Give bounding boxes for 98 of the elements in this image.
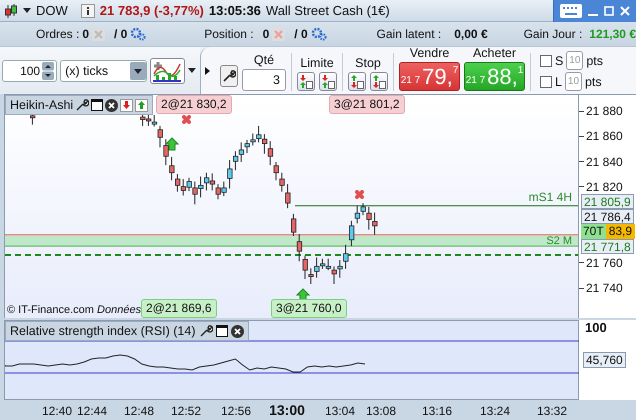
time-label: 13:24 [480, 404, 510, 418]
points-field[interactable]: 10 [564, 72, 582, 91]
price-tick: 21 760 [586, 256, 623, 270]
buy-order-tag[interactable]: 3@21 760,0 [271, 299, 347, 318]
unrealized-value: 0,00 € [454, 27, 488, 41]
price-tick: 21 880 [586, 104, 623, 118]
limit-order-button[interactable] [319, 72, 337, 91]
stop-order-button[interactable] [370, 72, 388, 91]
stop-order-icon [350, 74, 364, 89]
instrument-name[interactable]: DOW [36, 3, 68, 18]
unit-label: pts [586, 54, 604, 68]
wrench-icon[interactable] [75, 98, 90, 112]
time-label: 13:08 [366, 404, 396, 418]
position-count: 0 [262, 27, 270, 41]
limit-label: Limite [300, 56, 334, 70]
buy-label: Acheter [472, 46, 516, 60]
level-label: mS1 4H [528, 191, 572, 203]
time-label: 12:44 [76, 404, 108, 418]
time-label: 12:48 [124, 404, 154, 418]
close-icon[interactable] [230, 324, 244, 338]
stop-order-icon [372, 74, 386, 89]
checkbox[interactable] [540, 54, 552, 66]
wrench-icon[interactable] [198, 324, 212, 338]
orders-count: 0 [82, 27, 90, 41]
caret-icon[interactable] [23, 8, 31, 13]
expand-arrow-icon[interactable] [205, 67, 210, 75]
position-total: / 0 [294, 27, 308, 41]
info-icon[interactable] [80, 4, 95, 18]
level-label: S2 M [546, 236, 572, 247]
daily-label: Gain Jour : [524, 27, 582, 41]
copyright-notice: © IT-Finance.com Données [7, 304, 142, 316]
checkbox[interactable] [540, 76, 552, 88]
option-label: S [555, 54, 564, 68]
rsi-max-label: 100 [585, 320, 607, 335]
orders-total: / 0 [114, 27, 128, 41]
time-label: 12:52 [170, 404, 202, 418]
current-price: 83,9 [606, 224, 636, 239]
sell-label: Vendre [410, 46, 450, 60]
market-name: Wall Street Cash (1€) [266, 3, 390, 18]
price-tick: 21 820 [586, 180, 623, 194]
quantity-label: Qté [254, 53, 274, 67]
daily-value: 121,30 € [589, 27, 636, 41]
rsi-value-label: 45,760 [583, 352, 626, 368]
time-label: 13:00 [269, 402, 305, 418]
caret-icon[interactable] [130, 62, 146, 80]
points-field[interactable]: 10 [566, 51, 584, 70]
time-badge: 70T [581, 224, 606, 239]
stop-order-button[interactable] [348, 72, 366, 91]
cancel-marker-icon [355, 190, 364, 199]
window-icon[interactable] [91, 99, 104, 111]
move-down-icon[interactable] [120, 98, 134, 112]
price-tick: 21 840 [586, 154, 623, 169]
window-icon[interactable] [216, 325, 228, 337]
price-label: 21 771,8 [581, 239, 634, 254]
buy-arrow-icon [164, 137, 180, 150]
price-tick: 21 740 [586, 281, 623, 296]
indicator-button[interactable] [150, 58, 186, 84]
stop-label: Stop [355, 56, 381, 70]
limit-order-icon [299, 74, 313, 89]
position-label: Position : [204, 27, 254, 41]
candlestick [30, 114, 36, 126]
clock-time: 13:05:36 [208, 3, 261, 18]
gear-icon[interactable] [130, 27, 146, 41]
unit-label: pts [584, 74, 602, 88]
candlestick-icon [4, 2, 18, 18]
settings-button[interactable] [220, 65, 238, 87]
time-label: 13:16 [422, 404, 452, 418]
unit-dropdown[interactable]: (x) ticks [60, 60, 147, 82]
price-label: 21 805,9 [581, 194, 634, 209]
price-tick: 21 860 [586, 129, 623, 144]
orders-label: Ordres : [36, 27, 80, 41]
quantity-field[interactable]: 3 [242, 69, 286, 91]
keyboard-icon[interactable] [560, 4, 582, 18]
option-label: L [555, 74, 562, 88]
indicator-name: Heikin-Ashi [10, 98, 74, 112]
time-label: 13:04 [324, 404, 356, 418]
price-change: 21 783,9 (-3,77%) [100, 3, 204, 18]
indicator-chart-icon [152, 60, 182, 82]
step-spinner[interactable]: 100 [2, 60, 58, 82]
time-label: 12:56 [220, 404, 252, 418]
buy-order-tag[interactable]: 2@21 869,6 [141, 299, 217, 318]
sell-order-tag[interactable]: 2@21 830,2 [156, 95, 232, 114]
sell-order-tag[interactable]: 3@21 801,2 [329, 95, 405, 114]
close-icon[interactable] [105, 98, 118, 112]
cancel-marker-icon [182, 115, 191, 124]
maximize-icon[interactable] [604, 6, 614, 16]
wrench-icon [222, 69, 236, 83]
spinner-arrows-icon[interactable] [42, 62, 54, 80]
limit-order-icon [321, 74, 335, 89]
time-label: 13:32 [536, 404, 568, 418]
indicator-name: Relative strength index (RSI) (14) [10, 324, 196, 338]
caret-icon[interactable] [188, 68, 196, 73]
limit-order-button[interactable] [297, 72, 315, 91]
gear-icon[interactable] [310, 27, 327, 41]
move-up-icon[interactable] [135, 98, 148, 112]
unrealized-label: Gain latent : [376, 27, 442, 41]
price-label: 21 786,4 [581, 209, 634, 224]
time-label: 12:40 [42, 404, 72, 418]
